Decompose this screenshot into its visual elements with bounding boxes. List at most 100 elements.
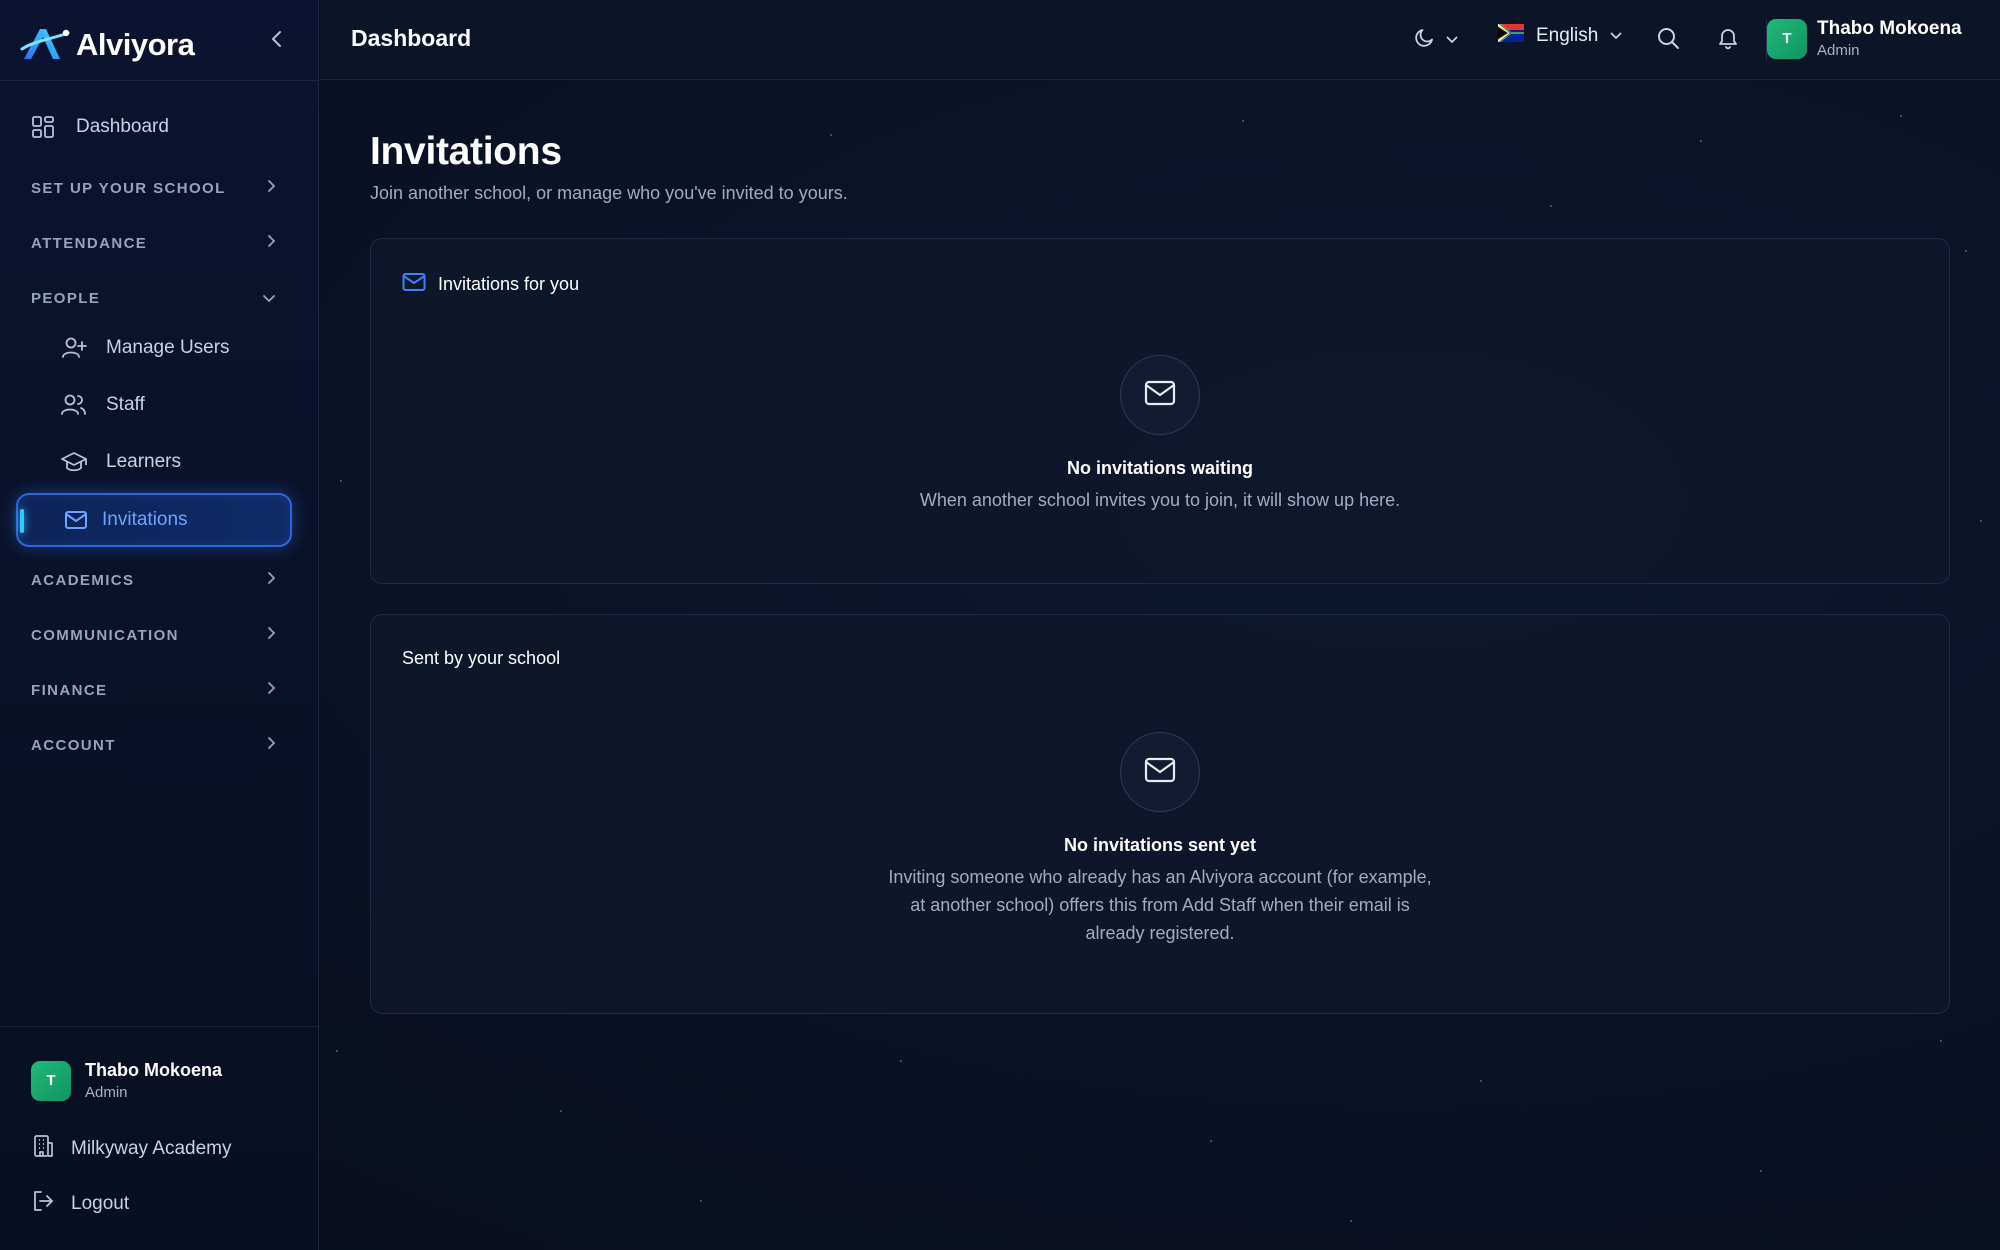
section-label: SET UP YOUR SCHOOL <box>31 179 226 197</box>
star-decoration <box>1900 115 1902 117</box>
user-info: Thabo Mokoena Admin <box>85 1060 222 1101</box>
chevron-right-icon <box>266 179 276 197</box>
star-decoration <box>1940 1040 1942 1042</box>
logo-mark-icon <box>20 23 72 68</box>
empty-state-icon <box>1120 355 1200 435</box>
card-title-label: Sent by your school <box>402 648 561 668</box>
section-label: ACADEMICS <box>31 571 135 589</box>
chevron-right-icon <box>266 626 276 644</box>
section-label: ACCOUNT <box>31 736 116 754</box>
empty-state-text: Inviting someone who already has an Alvi… <box>888 867 1432 943</box>
star-decoration <box>1760 1170 1762 1172</box>
mail-icon <box>1144 380 1176 411</box>
logout-button[interactable]: Logout <box>31 1187 129 1221</box>
star-decoration <box>560 1110 562 1112</box>
chevron-down-icon <box>262 290 276 307</box>
sidebar-section-academics[interactable]: ACADEMICS <box>31 565 276 595</box>
chevron-right-icon <box>266 736 276 754</box>
building-icon <box>31 1134 55 1164</box>
user-role: Admin <box>85 1084 128 1101</box>
empty-state-title: No invitations waiting <box>1066 458 1253 478</box>
brand-logo[interactable]: Alviyora <box>20 22 195 68</box>
empty-state-icon <box>1120 732 1200 812</box>
collapse-sidebar-button[interactable] <box>264 26 290 56</box>
sidebar-item-label: Staff <box>106 394 145 415</box>
user-plus-icon <box>60 334 88 362</box>
search-icon <box>1656 26 1680 55</box>
star-decoration <box>1480 1080 1482 1082</box>
sidebar-section-setup[interactable]: SET UP YOUR SCHOOL <box>31 173 276 203</box>
notifications-button[interactable] <box>1714 26 1742 54</box>
sidebar: Alviyora Dashboard SET UP YOUR SCHOOL AT… <box>0 0 319 1250</box>
invitations-for-you-card: Invitations for you No invitations waiti… <box>370 238 1950 584</box>
user-role: Admin <box>1817 42 1860 59</box>
section-label: COMMUNICATION <box>31 626 179 644</box>
theme-toggle-button[interactable] <box>1414 26 1458 53</box>
sidebar-item-dashboard[interactable]: Dashboard <box>30 107 169 147</box>
language-select[interactable]: English <box>1498 24 1622 47</box>
logout-label: Logout <box>71 1193 130 1214</box>
logout-icon <box>31 1189 55 1219</box>
sidebar-item-learners[interactable]: Learners <box>60 442 181 482</box>
sidebar-item-school[interactable]: Milkyway Academy <box>31 1132 232 1166</box>
language-label: English <box>1536 24 1599 46</box>
section-label: PEOPLE <box>31 289 101 307</box>
top-bar: Dashboard English T Thabo Mokoena Admin <box>320 0 2000 80</box>
user-name: Thabo Mokoena <box>1817 18 1962 39</box>
empty-state-title: No invitations sent yet <box>1063 835 1257 855</box>
chevron-left-icon <box>270 30 284 53</box>
sidebar-item-label: Learners <box>106 451 181 472</box>
sidebar-item-label: Invitations <box>102 509 188 530</box>
card-title: Invitations for you <box>402 272 579 297</box>
graduation-cap-icon <box>60 448 88 476</box>
sidebar-user-profile[interactable]: T Thabo Mokoena Admin <box>31 1060 222 1101</box>
section-label: FINANCE <box>31 681 108 699</box>
sidebar-item-label: Manage Users <box>106 337 230 358</box>
chevron-right-icon <box>266 234 276 252</box>
sidebar-divider <box>0 80 319 81</box>
south-africa-flag-icon <box>1498 24 1524 47</box>
star-decoration <box>900 1060 902 1062</box>
sidebar-divider <box>0 1026 319 1027</box>
moon-icon <box>1414 26 1436 53</box>
star-decoration <box>1550 205 1552 207</box>
school-name: Milkyway Academy <box>71 1138 232 1159</box>
page-subtitle: Join another school, or manage who you'v… <box>370 183 848 203</box>
sidebar-item-manage-users[interactable]: Manage Users <box>60 328 230 368</box>
search-button[interactable] <box>1654 26 1682 54</box>
users-icon <box>60 391 88 419</box>
sidebar-section-account[interactable]: ACCOUNT <box>31 730 276 760</box>
sidebar-section-people[interactable]: PEOPLE <box>31 283 276 313</box>
dashboard-grid-icon <box>30 114 56 140</box>
star-decoration <box>1210 1140 1212 1142</box>
sent-by-school-card: Sent by your school No invitations sent … <box>370 614 1950 1014</box>
card-title-label: Invitations for you <box>438 274 580 294</box>
section-label: ATTENDANCE <box>31 234 148 252</box>
star-decoration <box>830 134 832 136</box>
star-decoration <box>1700 140 1702 142</box>
user-info: Thabo Mokoena Admin <box>1817 18 1962 59</box>
bell-icon <box>1716 26 1740 55</box>
star-decoration <box>1242 120 1244 122</box>
sidebar-item-label: Dashboard <box>76 116 169 137</box>
sidebar-item-invitations[interactable]: Invitations <box>16 493 292 547</box>
chevron-right-icon <box>266 681 276 699</box>
header-user-menu[interactable]: T Thabo Mokoena Admin <box>1767 18 1962 59</box>
empty-state-text: When another school invites you to join,… <box>919 490 1401 510</box>
star-decoration <box>700 1200 702 1202</box>
sidebar-section-attendance[interactable]: ATTENDANCE <box>31 228 276 258</box>
avatar: T <box>31 1060 71 1101</box>
app-root: Alviyora Dashboard SET UP YOUR SCHOOL AT… <box>0 0 2000 1250</box>
mail-icon <box>1144 757 1176 788</box>
card-title: Sent by your school <box>402 648 560 669</box>
star-decoration <box>1350 1220 1352 1222</box>
star-decoration <box>340 480 342 482</box>
star-decoration <box>336 1050 338 1052</box>
page-title: Invitations <box>370 130 562 173</box>
sidebar-item-staff[interactable]: Staff <box>60 385 145 425</box>
star-decoration <box>1965 250 1967 252</box>
sidebar-section-finance[interactable]: FINANCE <box>31 675 276 705</box>
sidebar-section-communication[interactable]: COMMUNICATION <box>31 620 276 650</box>
avatar: T <box>1767 18 1807 59</box>
user-name: Thabo Mokoena <box>85 1060 223 1080</box>
